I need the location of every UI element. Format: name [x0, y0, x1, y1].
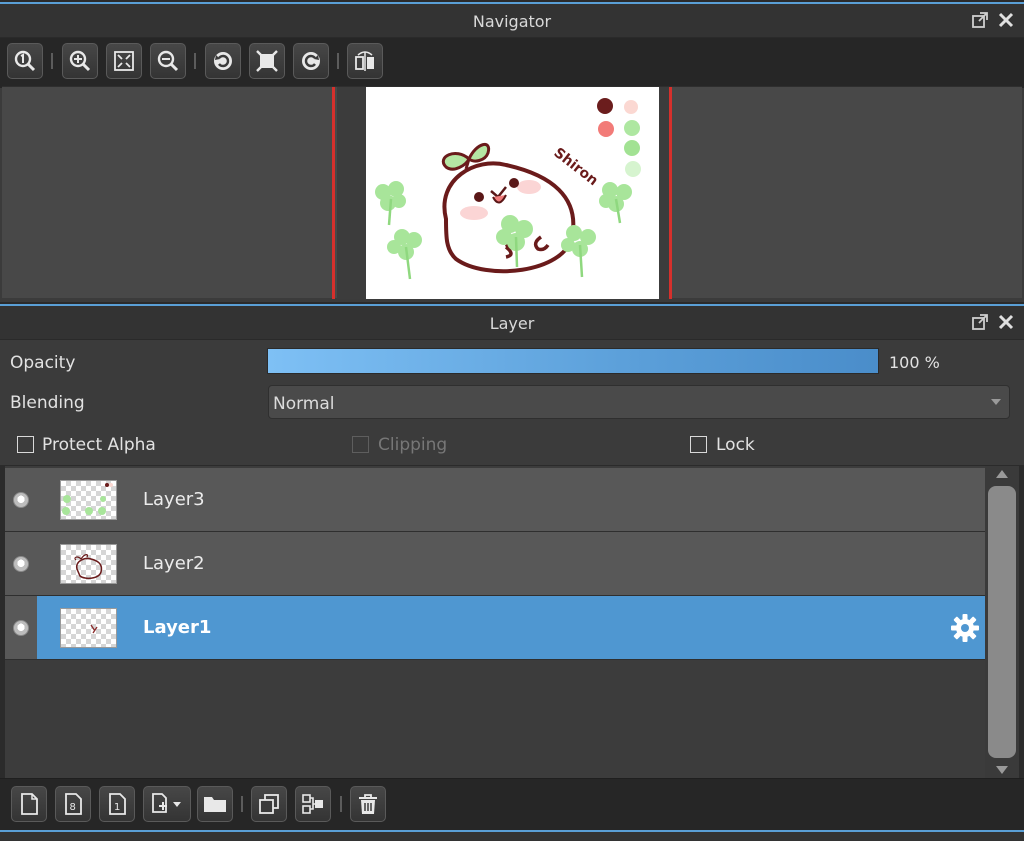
rotate-right-icon [302, 52, 320, 70]
svg-text:1: 1 [114, 802, 120, 813]
navigator-titlebar[interactable]: Navigator [0, 4, 1024, 38]
rotate-left-button[interactable] [205, 43, 241, 79]
layer-name: Layer2 [143, 553, 205, 574]
fit-window-button[interactable] [106, 43, 142, 79]
layer-name: Layer3 [143, 489, 205, 510]
new-8bit-layer-button[interactable]: 8 [55, 786, 91, 822]
add-layer-dropdown-icon [152, 793, 181, 813]
folder-icon [204, 797, 226, 812]
clipping-label: Clipping [378, 435, 448, 455]
layer-thumbnail [60, 480, 117, 520]
new-8bit-layer-icon: 8 [65, 793, 82, 815]
toolbar-separator [241, 796, 243, 812]
duplicate-icon [259, 794, 279, 814]
scroll-up-icon[interactable] [996, 470, 1008, 478]
layer-panel: Layer [0, 304, 1024, 340]
navigator-title: Navigator [472, 12, 552, 31]
lock-checkbox[interactable] [690, 436, 707, 453]
scroll-down-icon[interactable] [996, 766, 1008, 774]
toolbar-separator [51, 53, 53, 69]
toolbar-separator [340, 796, 342, 812]
toolbar-separator [337, 53, 339, 69]
new-1bit-layer-button[interactable]: 1 [99, 786, 135, 822]
layer-toolbar: 8 1 [0, 778, 1024, 830]
popout-icon[interactable] [970, 10, 990, 30]
layer-titlebar[interactable]: Layer [0, 306, 1024, 340]
visibility-toggle-icon[interactable] [13, 556, 29, 572]
gear-icon[interactable] [949, 612, 981, 644]
scrollbar-thumb[interactable] [988, 486, 1016, 758]
layer-row-selected[interactable]: Layer1 [5, 596, 985, 660]
close-icon[interactable] [996, 312, 1016, 332]
new-page-icon [21, 793, 38, 815]
popout-icon[interactable] [970, 312, 990, 332]
magnifier-one-icon [14, 50, 36, 72]
trash-icon [359, 794, 377, 814]
artwork-signature: Shiron [551, 145, 601, 189]
navigator-toolbar [0, 38, 1024, 88]
blending-label: Blending [10, 393, 85, 413]
fit-window-icon [114, 51, 134, 71]
panel-bottom-edge [0, 830, 1024, 841]
lock-label: Lock [716, 435, 755, 455]
layer-row[interactable]: Layer2 [5, 532, 985, 596]
blending-select[interactable]: Normal [268, 385, 1010, 419]
opacity-label: Opacity [10, 353, 76, 373]
reset-view-icon [256, 50, 278, 72]
new-folder-button[interactable] [197, 786, 233, 822]
zoom-in-icon [69, 50, 91, 72]
view-rect-right [669, 87, 672, 299]
opacity-slider[interactable] [267, 348, 879, 374]
svg-text:8: 8 [70, 802, 76, 813]
visibility-toggle-icon[interactable] [13, 492, 29, 508]
rotate-left-icon [214, 52, 232, 70]
zoom-out-button[interactable] [150, 43, 186, 79]
toolbar-separator [194, 53, 196, 69]
new-layer-button[interactable] [11, 786, 47, 822]
flip-horizontal-button[interactable] [347, 43, 383, 79]
chevron-down-icon [991, 399, 1001, 405]
layer-properties: Opacity 100 % Blending Normal Protect Al… [0, 340, 1024, 465]
actual-size-button[interactable] [7, 43, 43, 79]
layer-list[interactable]: Layer3 Layer2 Layer1 [5, 466, 985, 778]
canvas-thumbnail: Shiron [366, 87, 659, 299]
duplicate-layer-button[interactable] [251, 786, 287, 822]
flip-horizontal-icon [355, 51, 374, 71]
rotate-right-button[interactable] [293, 43, 329, 79]
merge-down-button[interactable] [295, 786, 331, 822]
merge-down-icon [302, 794, 323, 814]
layer-thumbnail [60, 608, 117, 648]
opacity-value: 100 % [889, 353, 940, 372]
add-layer-menu-button[interactable] [143, 786, 191, 822]
layer-thumbnail [60, 544, 117, 584]
reset-view-button[interactable] [249, 43, 285, 79]
protect-alpha-label: Protect Alpha [42, 435, 156, 455]
blending-value: Normal [273, 394, 335, 414]
zoom-out-icon [157, 50, 179, 72]
delete-layer-button[interactable] [350, 786, 386, 822]
protect-alpha-checkbox[interactable] [17, 436, 34, 453]
navigator-preview[interactable]: Shiron [2, 86, 1022, 299]
visibility-toggle-icon[interactable] [13, 620, 29, 636]
layer-name: Layer1 [143, 617, 212, 638]
layer-title: Layer [489, 314, 535, 333]
close-icon[interactable] [996, 10, 1016, 30]
layer-row[interactable]: Layer3 [5, 468, 985, 532]
zoom-in-button[interactable] [62, 43, 98, 79]
artwork-illustration: Shiron [375, 98, 641, 280]
layer-list-scrollbar[interactable] [985, 466, 1019, 778]
view-rect-left [332, 87, 335, 299]
clipping-checkbox[interactable] [352, 436, 369, 453]
new-1bit-layer-icon: 1 [109, 793, 126, 815]
